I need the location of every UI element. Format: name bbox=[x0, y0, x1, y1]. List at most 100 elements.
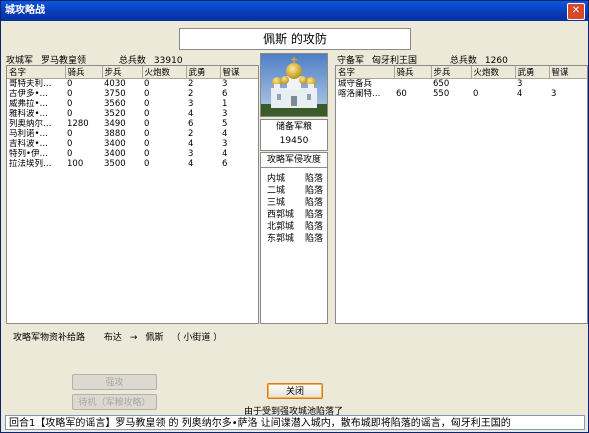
table-row[interactable]: 哥特夫利… 0 4030 0 2 3 bbox=[7, 79, 258, 90]
castle-part-name: 三城 bbox=[267, 198, 286, 208]
progress-row: 东郭城 陷落 bbox=[261, 233, 327, 245]
attacker-table-panel[interactable]: 名字 骑兵 步兵 火炮数 武勇 智谋 哥特夫利… 0 4030 0 2 3 古伊多•… 0 37… bbox=[6, 65, 259, 324]
cell-strategy: 1 bbox=[222, 99, 228, 109]
event-log: 回合1【攻略军的谣言】罗马教皇领 的 列奥纳尔多•萨洛 让间谍潜入城内，散布城即… bbox=[5, 415, 585, 430]
supply-route: 攻略军物资补给路 布达 → 佩斯 （ 小街道 ） bbox=[13, 330, 230, 343]
cell-strategy: 3 bbox=[222, 79, 228, 89]
cell-strategy: 3 bbox=[551, 89, 557, 99]
cell-strategy: 4 bbox=[222, 149, 228, 159]
castle-part-name: 东郭城 bbox=[267, 234, 295, 244]
close-button[interactable]: 关闭 bbox=[267, 383, 323, 399]
table-row[interactable]: 吉科波•… 0 3400 0 4 3 bbox=[7, 139, 258, 149]
column-header-strategy[interactable]: 智谋 bbox=[549, 66, 587, 79]
cell-strategy: 6 bbox=[222, 159, 228, 169]
table-row[interactable]: 拉法埃列… 100 3500 0 4 6 bbox=[7, 159, 258, 169]
game-window: 城攻略战 ✕ 佩斯 的攻防 攻城军 罗马教皇领 总兵数 33910 守备军 匈牙利王国… bbox=[0, 0, 589, 433]
route-via: （ 小街道 ） bbox=[171, 333, 223, 343]
defender-table: 名字 骑兵 步兵 火炮数 武勇 智谋 城守备兵 650 3 喀洛阑特… 60 550 0 4 3 bbox=[336, 66, 587, 99]
castle-part-status: 陷落 bbox=[305, 234, 324, 244]
column-header-name[interactable]: 名字 bbox=[7, 66, 66, 79]
column-header-valor[interactable]: 武勇 bbox=[186, 66, 221, 79]
castle-part-status: 陷落 bbox=[305, 186, 324, 196]
table-row[interactable]: 特列•伊… 0 3400 0 3 4 bbox=[7, 149, 258, 159]
column-header-infantry[interactable]: 步兵 bbox=[431, 66, 472, 79]
progress-row: 内城 陷落 bbox=[261, 173, 327, 185]
table-row[interactable]: 喀洛阑特… 60 550 0 4 3 bbox=[336, 89, 587, 99]
column-header-cannon[interactable]: 火炮数 bbox=[142, 66, 187, 79]
table-row[interactable]: 古伊多•… 0 3750 0 2 6 bbox=[7, 89, 258, 99]
cell-cavalry: 0 bbox=[67, 79, 73, 89]
cell-infantry: 3400 bbox=[104, 139, 126, 149]
supply-value: 19450 bbox=[279, 136, 309, 146]
route-from: 布达 bbox=[103, 333, 122, 343]
table-row[interactable]: 列奥纳尔… 1280 3490 0 6 5 bbox=[7, 119, 258, 129]
cell-valor: 6 bbox=[188, 119, 194, 129]
cell-cannon: 0 bbox=[144, 139, 150, 149]
cell-name: 列奥纳尔… bbox=[9, 119, 52, 129]
cell-strategy: 3 bbox=[222, 109, 228, 119]
column-header-name[interactable]: 名字 bbox=[336, 66, 395, 79]
column-header-strategy[interactable]: 智谋 bbox=[220, 66, 258, 79]
table-row[interactable]: 威弗拉•… 0 3560 0 3 1 bbox=[7, 99, 258, 109]
castle-part-name: 内城 bbox=[267, 174, 286, 184]
route-arrow: → bbox=[129, 333, 138, 343]
castle-part-status: 陷落 bbox=[305, 222, 324, 232]
cell-name: 特列•伊… bbox=[9, 149, 49, 159]
column-header-cavalry[interactable]: 骑兵 bbox=[65, 66, 103, 79]
column-header-infantry[interactable]: 步兵 bbox=[102, 66, 143, 79]
castle-picture bbox=[260, 53, 328, 117]
cell-strategy: 6 bbox=[222, 89, 228, 99]
cell-cannon: 0 bbox=[473, 89, 479, 99]
cell-cavalry: 0 bbox=[67, 149, 73, 159]
window-title: 城攻略战 bbox=[5, 5, 45, 16]
cell-infantry: 550 bbox=[433, 89, 450, 99]
cell-infantry: 3500 bbox=[104, 159, 126, 169]
cell-valor: 3 bbox=[188, 99, 194, 109]
cell-valor: 2 bbox=[188, 79, 194, 89]
cell-infantry: 4030 bbox=[104, 79, 126, 89]
route-label: 攻略军物资补给路 bbox=[13, 333, 86, 343]
cell-infantry: 3400 bbox=[104, 149, 126, 159]
cell-name: 雅科波•… bbox=[9, 109, 49, 119]
invasion-progress-box: 攻略军侵攻度 内城 陷落 二城 陷落 三城 陷落 西郭城 陷落 北郭城 陷落 东郭城 陷落 bbox=[260, 152, 328, 324]
cell-name: 吉科波•… bbox=[9, 139, 49, 149]
cell-strategy: 3 bbox=[222, 139, 228, 149]
close-window-icon[interactable]: ✕ bbox=[567, 3, 585, 20]
table-row[interactable]: 雅科波•… 0 3520 0 4 3 bbox=[7, 109, 258, 119]
cell-cavalry: 0 bbox=[67, 139, 73, 149]
wait-button[interactable]: 待机（军粮攻略） bbox=[72, 394, 157, 410]
cell-valor: 2 bbox=[188, 129, 194, 139]
castle-part-name: 二城 bbox=[267, 186, 286, 196]
cell-cavalry: 100 bbox=[67, 159, 84, 169]
invasion-progress-label: 攻略军侵攻度 bbox=[261, 153, 327, 168]
table-row[interactable]: 城守备兵 650 3 bbox=[336, 79, 587, 90]
cell-name: 威弗拉•… bbox=[9, 99, 49, 109]
cell-cavalry bbox=[394, 79, 431, 90]
cell-valor: 3 bbox=[517, 79, 523, 89]
cell-cannon: 0 bbox=[144, 109, 150, 119]
defender-table-panel[interactable]: 名字 骑兵 步兵 火炮数 武勇 智谋 城守备兵 650 3 喀洛阑特… 60 550 0 4 3 bbox=[335, 65, 588, 324]
route-to: 佩斯 bbox=[145, 333, 164, 343]
assault-button[interactable]: 强攻 bbox=[72, 374, 157, 390]
cell-cavalry: 0 bbox=[67, 89, 73, 99]
column-header-valor[interactable]: 武勇 bbox=[515, 66, 550, 79]
table-row[interactable]: 马利诺•… 0 3880 0 2 4 bbox=[7, 129, 258, 139]
cell-name: 喀洛阑特… bbox=[338, 89, 381, 99]
cell-name: 古伊多•… bbox=[9, 89, 49, 99]
progress-row: 二城 陷落 bbox=[261, 185, 327, 197]
castle-part-name: 西郭城 bbox=[267, 210, 295, 220]
cell-valor: 4 bbox=[188, 159, 194, 169]
cell-infantry: 3880 bbox=[104, 129, 126, 139]
column-header-cannon[interactable]: 火炮数 bbox=[471, 66, 516, 79]
column-header-cavalry[interactable]: 骑兵 bbox=[394, 66, 432, 79]
title-bar: 城攻略战 ✕ bbox=[1, 1, 588, 21]
cell-cavalry: 60 bbox=[396, 89, 407, 99]
cell-name: 马利诺•… bbox=[9, 129, 49, 139]
cell-cannon bbox=[471, 79, 515, 90]
castle-part-status: 陷落 bbox=[305, 174, 324, 184]
castle-part-status: 陷落 bbox=[305, 198, 324, 208]
castle-part-name: 北郭城 bbox=[267, 222, 295, 232]
cell-infantry: 3520 bbox=[104, 109, 126, 119]
cell-cannon: 0 bbox=[144, 129, 150, 139]
battle-title: 佩斯 的攻防 bbox=[179, 28, 411, 50]
